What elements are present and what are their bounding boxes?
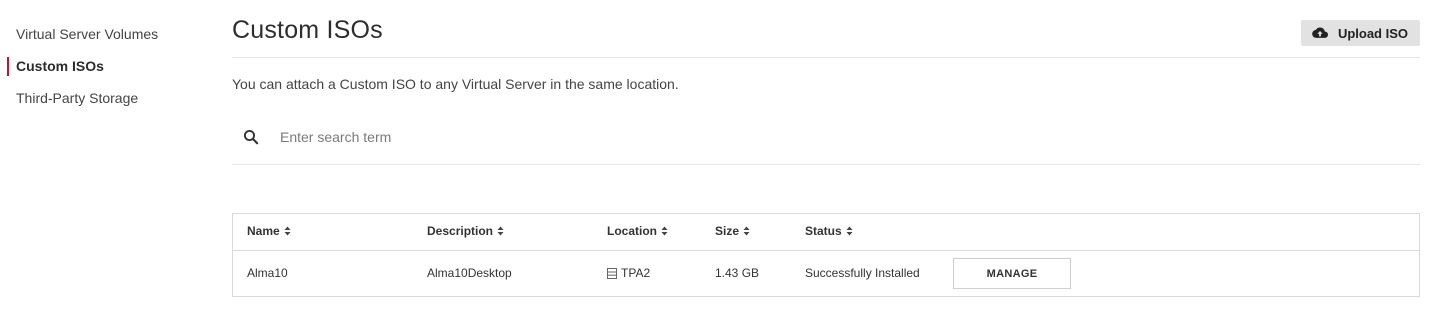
sidebar-item-virtual-server-volumes[interactable]: Virtual Server Volumes: [0, 20, 200, 52]
page-header: Custom ISOs Upload ISO: [232, 0, 1420, 58]
cell-description: Alma10Desktop: [427, 266, 512, 280]
column-header-location[interactable]: Location: [607, 224, 668, 238]
column-header-size[interactable]: Size: [715, 224, 750, 238]
upload-iso-label: Upload ISO: [1337, 25, 1408, 41]
column-header-label: Size: [715, 224, 740, 238]
sort-icon: [846, 226, 853, 236]
page: Virtual Server Volumes Custom ISOs Third…: [0, 0, 1437, 313]
column-header-label: Name: [247, 224, 280, 238]
column-header-status[interactable]: Status: [805, 224, 853, 238]
column-header-label: Description: [427, 224, 494, 238]
page-title: Custom ISOs: [232, 16, 383, 44]
column-header-label: Status: [805, 224, 842, 238]
column-header-label: Location: [607, 224, 657, 238]
cloud-upload-icon: [1312, 27, 1328, 38]
table-row: Alma10 Alma10Desktop TPA2 1.43 GB Succes…: [233, 251, 1419, 296]
sidebar-item-custom-isos[interactable]: Custom ISOs: [0, 52, 200, 84]
search-bar: [232, 115, 1420, 165]
search-input[interactable]: [280, 125, 880, 149]
sidebar-item-label: Third-Party Storage: [16, 90, 139, 106]
column-header-name[interactable]: Name: [247, 224, 291, 238]
sidebar: Virtual Server Volumes Custom ISOs Third…: [0, 20, 200, 116]
sidebar-item-label: Custom ISOs: [16, 58, 104, 74]
sort-icon: [284, 226, 291, 236]
cell-status: Successfully Installed: [805, 266, 920, 280]
cell-size: 1.43 GB: [715, 266, 760, 280]
sidebar-item-label: Virtual Server Volumes: [16, 26, 159, 42]
cell-name: Alma10: [247, 266, 288, 280]
upload-iso-button[interactable]: Upload ISO: [1300, 20, 1420, 46]
sort-icon: [661, 226, 668, 236]
column-header-description[interactable]: Description: [427, 224, 504, 238]
main-content: Custom ISOs Upload ISO You can attach a …: [232, 0, 1420, 297]
iso-table: Name Description Location Size Status Al…: [232, 213, 1420, 297]
search-icon: [243, 129, 259, 145]
location-label: TPA2: [621, 266, 651, 280]
server-icon: [607, 267, 617, 279]
sort-icon: [743, 226, 750, 236]
manage-button[interactable]: MANAGE: [953, 258, 1071, 289]
sidebar-item-third-party-storage[interactable]: Third-Party Storage: [0, 84, 200, 116]
sort-icon: [497, 226, 504, 236]
cell-location: TPA2: [607, 266, 650, 280]
table-header: Name Description Location Size Status: [233, 214, 1419, 251]
page-description: You can attach a Custom ISO to any Virtu…: [232, 76, 679, 92]
